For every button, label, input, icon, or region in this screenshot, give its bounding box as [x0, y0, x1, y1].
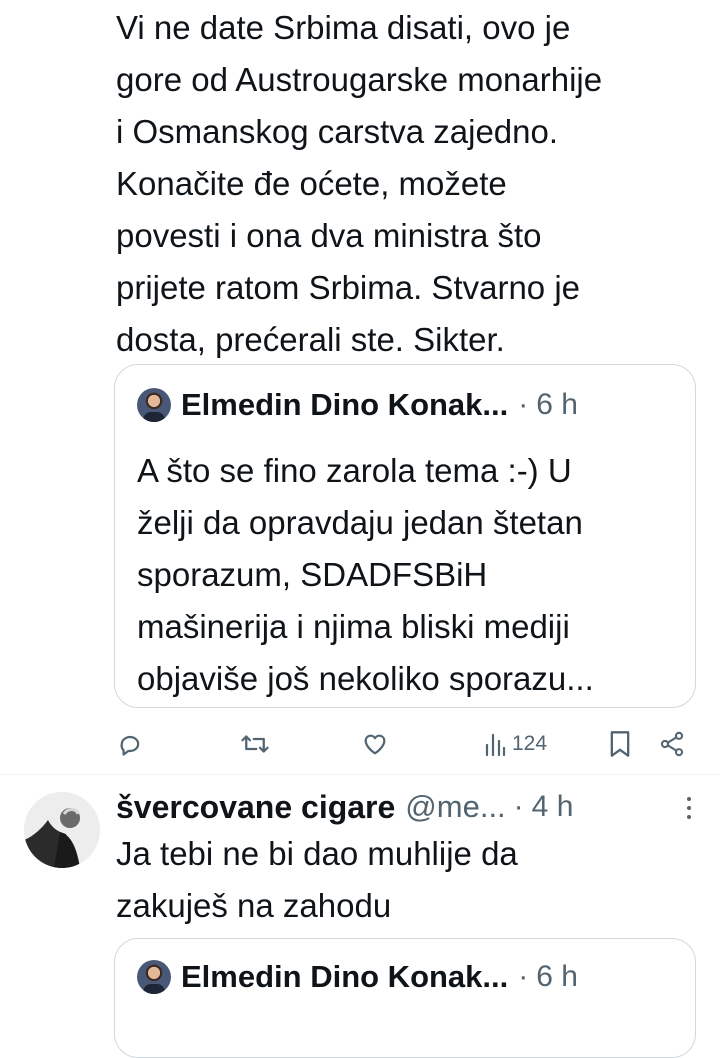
views-button[interactable]: 124	[484, 724, 547, 764]
reply-text-line: Ja tebi ne bi dao muhlije da	[116, 835, 518, 872]
quoted-tweet-header: Elmedin Dino Konak... · 6 h	[137, 957, 677, 997]
reply-author-avatar[interactable]	[24, 792, 100, 868]
quoted-text-line: mašinerija i njima bliski mediji	[137, 608, 570, 645]
reply-author-handle[interactable]: @me...	[405, 789, 505, 825]
quoted-timestamp[interactable]: 6 h	[536, 388, 578, 422]
separator-dot: ·	[518, 960, 529, 993]
reply-text-line: zakuješ na zahodu	[116, 887, 392, 924]
quoted-author-avatar	[137, 960, 171, 994]
views-count: 124	[512, 732, 548, 755]
separator-dot: ·	[513, 790, 524, 823]
bookmark-icon	[610, 731, 630, 757]
tweet-text-line: dosta, prećerali ste. Sikter.	[116, 321, 505, 358]
tweet-divider	[0, 774, 720, 775]
quoted-timestamp[interactable]: 6 h	[536, 960, 578, 994]
like-button[interactable]	[361, 724, 389, 764]
tweet-text: Vi ne date Srbima disati, ovo je gore od…	[116, 2, 706, 366]
tweet-text-line: gore od Austrougarske monarhije	[116, 61, 603, 98]
reply-icon	[120, 735, 140, 756]
reply-avatar-image	[24, 792, 100, 868]
share-button[interactable]	[658, 724, 686, 764]
quoted-tweet[interactable]: Elmedin Dino Konak... · 6 h A što se fin…	[114, 364, 696, 708]
retweet-icon	[241, 735, 269, 753]
reply-text: Ja tebi ne bi dao muhlije da zakuješ na …	[116, 828, 696, 932]
retweet-button[interactable]	[240, 724, 270, 764]
quoted-author-avatar	[137, 388, 171, 422]
more-options-icon[interactable]	[677, 795, 701, 821]
tweet-text-line: i Osmanskog carstva zajedno.	[116, 113, 559, 150]
tweet-text-line: prijete ratom Srbima. Stvarno je	[116, 269, 581, 306]
tweet-text-line: Konačite đe oćete, možete	[116, 165, 507, 202]
reply-author-name[interactable]: švercovane cigare	[116, 789, 395, 826]
quoted-tweet-header: Elmedin Dino Konak... · 6 h	[137, 385, 677, 425]
reply-timestamp[interactable]: 4 h	[532, 790, 574, 824]
quoted-author-name[interactable]: Elmedin Dino Konak...	[181, 959, 508, 995]
tweet-text-line: Vi ne date Srbima disati, ovo je	[116, 9, 571, 46]
share-icon	[660, 731, 684, 757]
views-icon	[485, 733, 506, 757]
quoted-text-line: sporazum, SDADFSBiH	[137, 556, 488, 593]
quoted-text-line: A što se fino zarola tema :-) U	[137, 452, 572, 489]
reply-button[interactable]	[116, 724, 144, 764]
quoted-author-name[interactable]: Elmedin Dino Konak...	[181, 387, 508, 423]
quoted-tweet-text: A što se fino zarola tema :-) U želji da…	[137, 445, 685, 705]
quoted-text-line: objaviše još nekoliko sporazu...	[137, 660, 594, 697]
separator-dot: ·	[518, 388, 529, 421]
quoted-text-line: želji da opravdaju jedan štetan	[137, 504, 583, 541]
tweet-text-line: povesti i ona dva ministra što	[116, 217, 542, 254]
reply-quoted-tweet[interactable]: Elmedin Dino Konak... · 6 h	[114, 938, 696, 1058]
bookmark-button[interactable]	[608, 724, 632, 764]
heart-icon	[364, 734, 386, 755]
tweet-action-bar: 124	[0, 724, 720, 764]
reply-header: švercovane cigare @me... · 4 h	[116, 783, 701, 831]
